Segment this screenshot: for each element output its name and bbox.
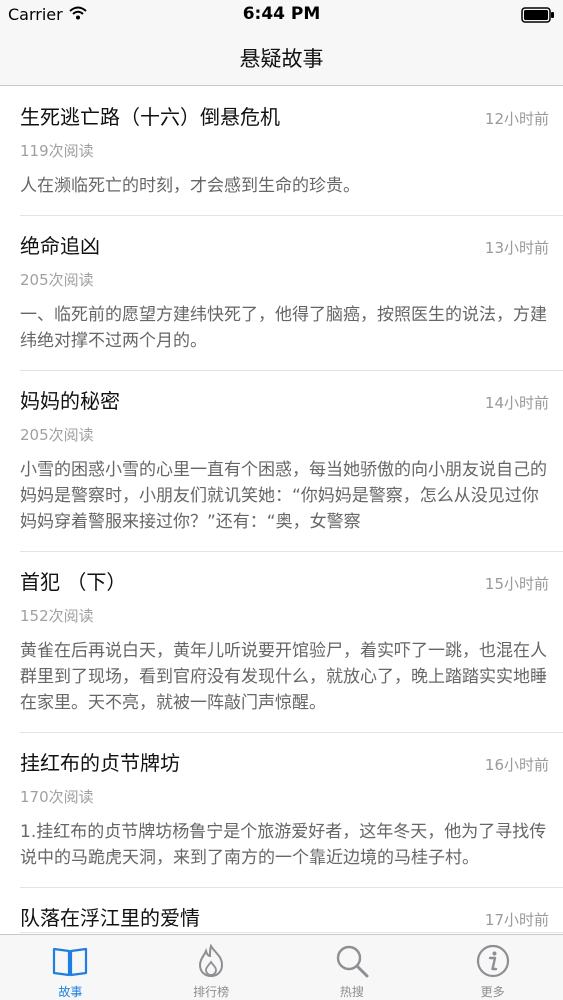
story-time: 15小时前 [484, 575, 549, 593]
tab-label: 更多 [480, 985, 505, 999]
tab-hot-search[interactable]: 热搜 [282, 935, 423, 1000]
book-icon [51, 943, 89, 979]
story-read-count: 152次阅读 [20, 607, 94, 625]
story-time: 12小时前 [484, 110, 549, 128]
story-item[interactable]: 生死逃亡路（十六）倒悬危机 12小时前 119次阅读 人在濒临死亡的时刻，才会感… [20, 87, 563, 216]
story-item[interactable]: 挂红布的贞节牌坊 16小时前 170次阅读 1.挂红布的贞节牌坊杨鲁宁是个旅游爱… [20, 733, 563, 888]
story-item[interactable]: 首犯 （下） 15小时前 152次阅读 黄雀在后再说白天，黄年儿听说要开馆验尸，… [20, 552, 563, 733]
story-title: 挂红布的贞节牌坊 [20, 751, 180, 775]
story-summary: 黄雀在后再说白天，黄年儿听说要开馆验尸，着实吓了一跳，也混在人群里到了现场，看到… [20, 641, 547, 713]
story-item[interactable]: 妈妈的秘密 14小时前 205次阅读 小雪的困惑小雪的心里一直有个困惑，每当她骄… [20, 371, 563, 552]
story-read-count: 205次阅读 [20, 426, 94, 444]
story-read-count: 170次阅读 [20, 788, 94, 806]
story-title: 绝命追凶 [20, 234, 100, 258]
search-icon [333, 943, 371, 979]
status-bar: Carrier 6:44 PM [0, 0, 563, 30]
story-time: 14小时前 [484, 394, 549, 412]
story-read-count: 119次阅读 [20, 142, 94, 160]
tab-ranking[interactable]: 排行榜 [141, 935, 282, 1000]
story-summary: 小雪的困惑小雪的心里一直有个困惑，每当她骄傲的向小朋友说自己的妈妈是警察时，小朋… [20, 460, 547, 532]
tab-label: 排行榜 [193, 985, 230, 999]
story-item[interactable]: 绝命追凶 13小时前 205次阅读 一、临死前的愿望方建纬快死了，他得了脑癌，按… [20, 216, 563, 371]
story-item[interactable]: 队落在浮江里的爱情 17小时前 [20, 888, 563, 933]
battery-icon [521, 7, 555, 27]
tab-bar: 故事 排行榜 热搜 更多 [0, 934, 563, 1000]
story-title: 生死逃亡路（十六）倒悬危机 [20, 105, 280, 129]
tab-stories[interactable]: 故事 [0, 935, 141, 1000]
story-summary: 人在濒临死亡的时刻，才会感到生命的珍贵。 [20, 176, 360, 196]
story-summary: 一、临死前的愿望方建纬快死了，他得了脑癌，按照医生的说法，方建纬绝对撑不过两个月… [20, 305, 547, 351]
story-time: 17小时前 [484, 911, 549, 929]
status-time: 6:44 PM [242, 4, 321, 24]
story-time: 16小时前 [484, 756, 549, 774]
tab-more[interactable]: 更多 [422, 935, 563, 1000]
story-title: 队落在浮江里的爱情 [20, 906, 200, 930]
tab-label: 热搜 [339, 985, 364, 999]
story-list[interactable]: 生死逃亡路（十六）倒悬危机 12小时前 119次阅读 人在濒临死亡的时刻，才会感… [0, 87, 563, 934]
story-read-count: 205次阅读 [20, 271, 94, 289]
story-title: 首犯 （下） [20, 570, 127, 594]
story-summary: 1.挂红布的贞节牌坊杨鲁宁是个旅游爱好者，这年冬天，他为了寻找传说中的马跪虎天洞… [20, 822, 547, 868]
info-icon [474, 943, 512, 979]
flame-icon [192, 943, 230, 979]
page-title: 悬疑故事 [239, 46, 324, 71]
story-title: 妈妈的秘密 [20, 389, 120, 413]
navigation-bar: 悬疑故事 [0, 30, 563, 86]
story-time: 13小时前 [484, 239, 549, 257]
tab-label: 故事 [58, 985, 83, 999]
